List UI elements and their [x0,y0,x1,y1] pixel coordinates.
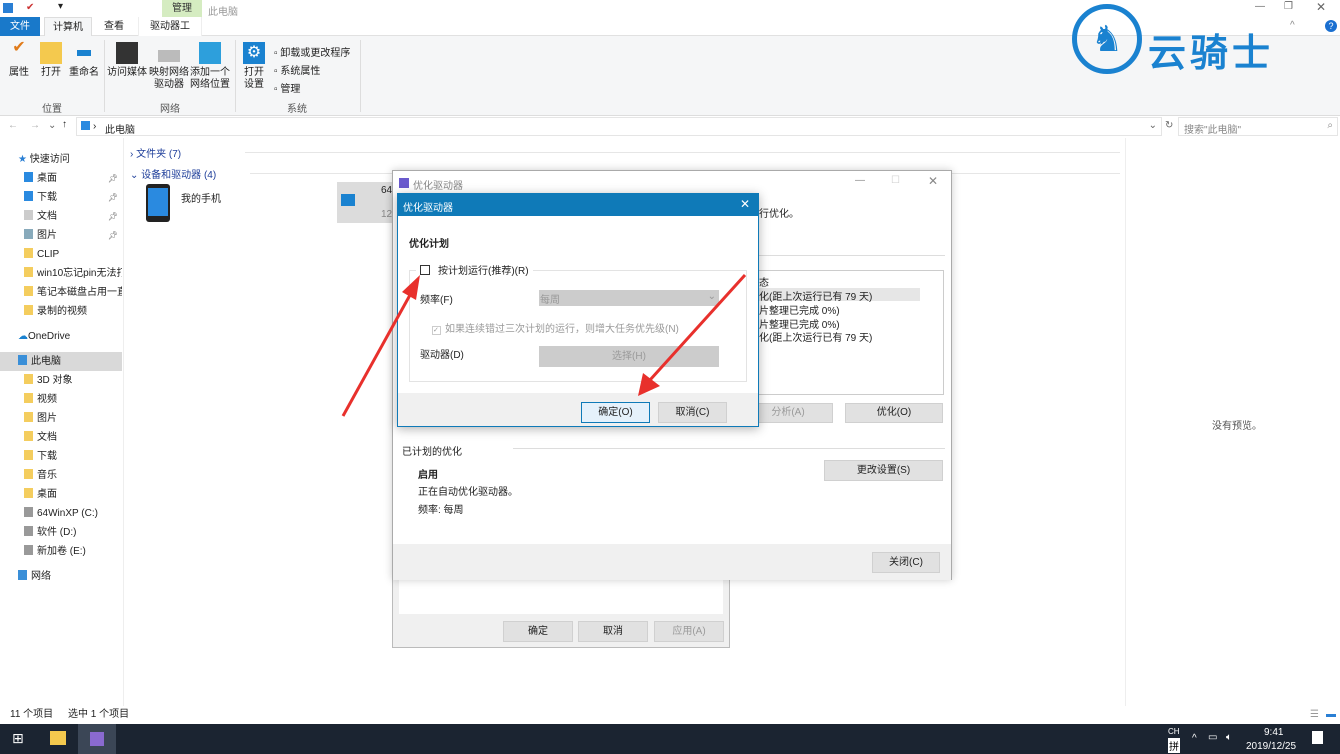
defrag-icon [90,732,104,746]
large-icons-view-button[interactable]: ▬ [1326,706,1336,724]
network-icon[interactable]: ▭ [1208,732,1217,743]
notification-icon[interactable] [1312,731,1323,744]
clock-time[interactable]: 9:41 [1264,727,1283,738]
chevron-up-icon[interactable]: ^ [1192,733,1197,744]
clock-date[interactable]: 2019/12/25 [1246,741,1296,752]
details-view-button[interactable]: ☰ [1310,706,1319,724]
status-bar: 11 个项目 选中 1 个项目 ☰ ▬ [0,706,1340,724]
item-count: 11 个项目 [10,709,54,720]
ime-indicator[interactable]: 拼 [1168,738,1180,753]
file-explorer-taskbar-icon[interactable] [50,731,66,745]
arrow-to-checkbox [341,275,420,417]
selected-count: 选中 1 个项目 [68,709,130,720]
volume-icon[interactable]: 🔈︎ [1226,732,1232,743]
language-indicator[interactable]: CH [1168,727,1180,736]
start-button[interactable]: ⊞ [12,730,24,747]
taskbar: ⊞ CH 拼 ^ ▭ 🔈︎ 9:41 2019/12/25 [0,724,1340,754]
arrow-to-ok-button [638,273,747,396]
defrag-taskbar-button[interactable] [78,724,116,754]
annotation-arrows [341,273,747,417]
